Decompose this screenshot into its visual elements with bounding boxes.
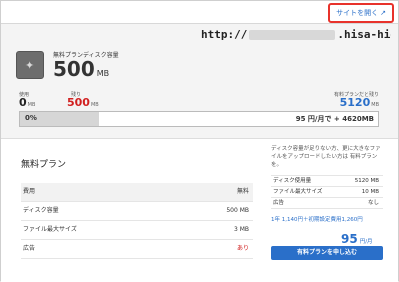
capacity-unit: MB: [96, 69, 110, 78]
row-key: 広告: [273, 200, 285, 206]
used-value: 0MB: [19, 96, 35, 109]
upgrade-offer-text: 95 円/月で + 4620MB: [295, 115, 374, 123]
paid-plan-box: ディスク容量が足りない方、更に大きなファイルをアップロードしたい方は 有料プラン…: [271, 145, 383, 223]
external-link-icon: ↗: [380, 9, 386, 17]
remain-value: 500MB: [67, 96, 99, 109]
capacity-number: 500: [53, 57, 95, 81]
url-suffix: .hisa-hide.com/: [337, 28, 391, 41]
remain-number: 500: [67, 96, 90, 109]
paid-remain-unit: MB: [371, 102, 379, 108]
row-value: 無料: [236, 188, 249, 195]
plan-title: 無料プラン: [21, 160, 67, 170]
app-window: サイトを開く↗ http://.hisa-hide.com/ ✦ 無料プランディ…: [0, 0, 399, 282]
usage-stats: 使用 0MB 残り 500MB 有料プランだと残り 5120MB: [19, 91, 379, 111]
disk-icon: ✦: [16, 51, 44, 79]
table-row: ディスク使用量 5120 MB: [271, 175, 383, 187]
row-value: 3 MB: [233, 226, 249, 233]
table-row: 広告 なし: [271, 198, 383, 209]
paid-remain-value: 5120MB: [340, 96, 379, 109]
row-key: ファイル最大サイズ: [23, 226, 77, 233]
row-value: 10 MB: [361, 189, 379, 195]
row-key: ディスク容量: [23, 207, 59, 214]
open-site-button[interactable]: サイトを開く ↗: [328, 3, 394, 23]
row-key: 費用: [23, 188, 36, 195]
price-unit: 円/月: [359, 239, 373, 245]
url-redacted-segment: [249, 30, 336, 40]
row-value: 500 MB: [226, 207, 249, 214]
row-value: 5120 MB: [354, 178, 379, 184]
paid-plan-table: ディスク使用量 5120 MB ファイル最大サイズ 10 MB 広告 なし: [271, 175, 383, 209]
used-number: 0: [19, 96, 27, 109]
open-site-label: サイトを開く: [336, 9, 379, 17]
paid-remain-number: 5120: [339, 96, 371, 109]
usage-progress-bar: 0% 95 円/月で + 4620MB: [19, 111, 379, 127]
row-key: 広告: [23, 245, 36, 252]
paid-plan-note: ディスク容量が足りない方、更に大きなファイルをアップロードしたい方は 有料プラン…: [271, 146, 381, 168]
row-key: ディスク使用量: [273, 178, 312, 184]
url-prefix: http://: [201, 28, 248, 41]
row-key: ファイル最大サイズ: [273, 189, 323, 195]
table-row: ファイル最大サイズ 10 MB: [271, 187, 383, 198]
apply-paid-plan-button[interactable]: 有料プランを申し込む: [271, 246, 383, 260]
table-row: ファイル最大サイズ 3 MB: [21, 221, 253, 240]
plan-panel: 無料プラン 費用 無料 ディスク容量 500 MB ファイル最大サイズ 3 MB 広告…: [1, 138, 398, 282]
row-value: あり: [236, 245, 249, 252]
yearly-price-line: 1年 1,140円＋初期設定費用1,260円: [271, 217, 363, 223]
used-unit: MB: [27, 102, 36, 108]
free-plan-table: 費用 無料 ディスク容量 500 MB ファイル最大サイズ 3 MB 広告 あり: [21, 183, 253, 259]
disk-symbol-icon: ✦: [25, 59, 35, 72]
usage-percent: 0%: [25, 114, 37, 122]
capacity-value: 500 MB: [53, 57, 109, 81]
price-number: 95: [341, 232, 358, 246]
remain-unit: MB: [90, 102, 99, 108]
table-row: 費用 無料: [21, 183, 253, 202]
table-row: ディスク容量 500 MB: [21, 202, 253, 221]
site-url[interactable]: http:// .hisa-hide.com/: [201, 28, 391, 44]
row-value: なし: [367, 200, 379, 206]
table-row: 広告 あり: [21, 240, 253, 259]
top-bar: サイトを開く ↗: [1, 1, 398, 24]
monthly-price: 95 円/月: [341, 232, 373, 246]
